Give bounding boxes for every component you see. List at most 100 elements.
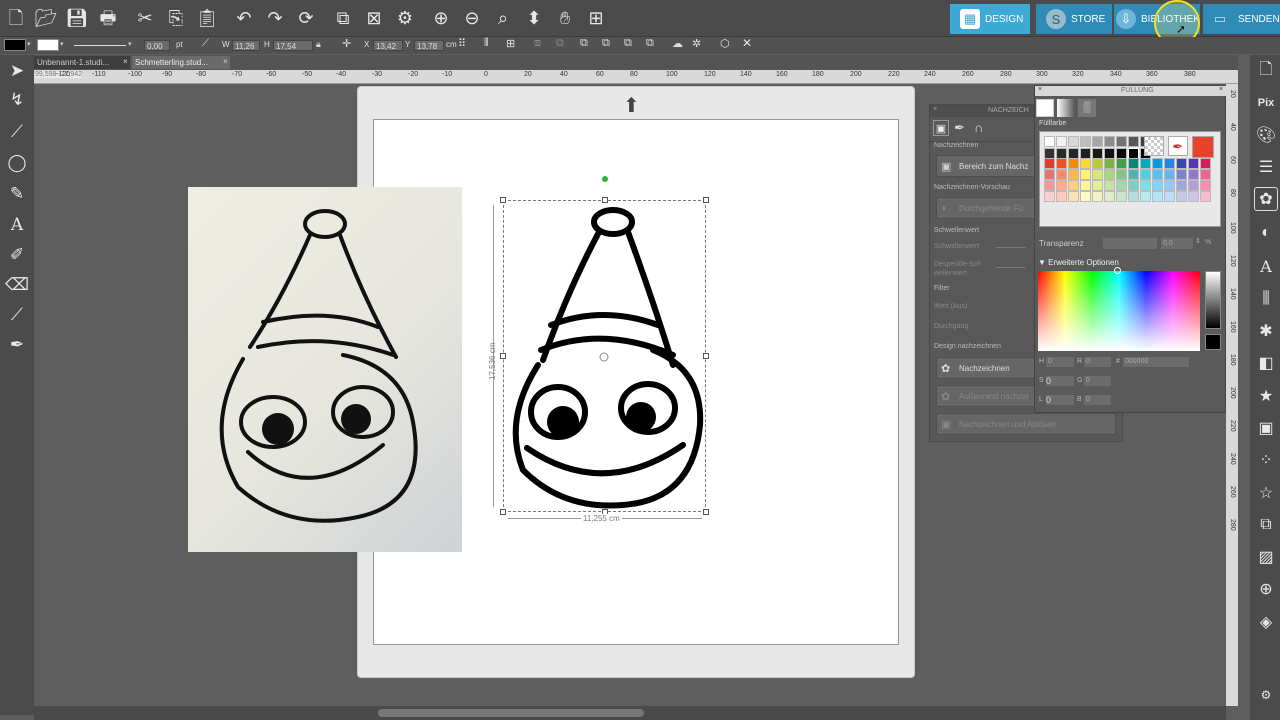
color-swatch[interactable] [1044, 169, 1055, 180]
brightness-slider[interactable] [1205, 271, 1221, 329]
settings-icon[interactable]: ⚙ [1254, 683, 1278, 707]
color-swatch[interactable] [1092, 158, 1103, 169]
color-swatch[interactable] [1080, 158, 1091, 169]
ellipse-icon[interactable]: ◯ [5, 151, 29, 175]
traced-drawing[interactable] [503, 200, 706, 512]
color-swatch[interactable] [1200, 169, 1211, 180]
color-swatch[interactable] [1200, 191, 1211, 202]
color-swatch[interactable] [1152, 191, 1163, 202]
3d-icon[interactable]: ⬡ [720, 37, 730, 50]
close-tab-icon[interactable]: × [223, 57, 228, 66]
weld-icon[interactable]: ☁ [672, 37, 683, 50]
color-swatch[interactable] [1164, 180, 1175, 191]
eyedropper-swatch-icon[interactable]: ✒ [1168, 136, 1188, 156]
hand-icon[interactable]: ✋︎ [553, 6, 577, 30]
color-swatch[interactable] [1188, 180, 1199, 191]
h-input[interactable]: 0 [1046, 357, 1074, 367]
modify-icon[interactable]: ◧ [1254, 351, 1278, 375]
eyedropper-icon[interactable]: ✒ [5, 333, 29, 357]
bring-front-icon[interactable]: ⧉ [624, 37, 632, 50]
color-swatch[interactable] [1128, 158, 1139, 169]
color-swatch[interactable] [1092, 191, 1103, 202]
color-swatch[interactable] [1104, 180, 1115, 191]
replicate-icon[interactable]: ✱ [1254, 319, 1278, 343]
color-swatch[interactable] [1128, 180, 1139, 191]
fill-color-swatch[interactable] [4, 39, 26, 51]
trace-panel-icon[interactable]: ✿ [1254, 187, 1278, 211]
color-swatch[interactable] [1080, 191, 1091, 202]
color-swatch[interactable] [1176, 180, 1187, 191]
color-swatch[interactable] [1116, 180, 1127, 191]
zoom-out-icon[interactable]: ⊖ [460, 6, 484, 30]
fill-panel-icon[interactable]: 🎨︎ [1254, 123, 1278, 147]
cube-icon[interactable]: ◈ [1254, 610, 1278, 634]
color-swatch[interactable] [1116, 191, 1127, 202]
zoom-in-icon[interactable]: ⊕ [429, 6, 453, 30]
color-swatch[interactable] [1152, 180, 1163, 191]
color-swatch[interactable] [1152, 158, 1163, 169]
transparency-slider[interactable] [1103, 238, 1157, 249]
print-icon[interactable]: 🖶 [96, 6, 120, 30]
color-swatch[interactable] [1056, 158, 1067, 169]
color-swatch[interactable] [1176, 158, 1187, 169]
color-swatch[interactable] [1188, 158, 1199, 169]
color-swatch[interactable] [1080, 180, 1091, 191]
color-swatch[interactable] [1044, 180, 1055, 191]
text-style-icon[interactable]: A [1254, 254, 1278, 278]
color-swatch[interactable] [1104, 158, 1115, 169]
color-swatch[interactable] [1056, 169, 1067, 180]
zoom-fit-icon[interactable]: ⌕ [491, 6, 515, 30]
color-swatch[interactable] [1104, 136, 1115, 147]
color-swatch[interactable] [1164, 191, 1175, 202]
color-swatch[interactable] [1104, 191, 1115, 202]
line-width-input[interactable]: 0,00 [144, 40, 170, 51]
pixscan-tab-icon[interactable]: ✒ [954, 120, 965, 136]
line-style-preview[interactable] [74, 45, 126, 46]
color-swatch[interactable] [1176, 191, 1187, 202]
b-input[interactable]: 0 [1084, 395, 1111, 405]
pencil-icon[interactable]: ✎ [5, 182, 29, 206]
save-icon[interactable]: 💾︎ [65, 6, 89, 30]
edit-points-icon[interactable]: ↯ [5, 88, 29, 112]
hex-input[interactable]: 000000 [1123, 357, 1189, 367]
tab-unbenannt[interactable]: Unbenannt-1.studi... [34, 56, 130, 69]
move-down-icon[interactable]: ⬍ [522, 6, 546, 30]
color-swatch[interactable] [1104, 169, 1115, 180]
color-swatch[interactable] [1068, 136, 1079, 147]
trace-and-detach-button[interactable]: ▣ Nachzeichnen und Ablösen [936, 413, 1116, 435]
trace-tab-icon[interactable]: ▣ [933, 120, 949, 136]
color-swatch[interactable] [1044, 136, 1055, 147]
arrow-up-icon[interactable]: ⬆ [623, 93, 640, 118]
delete-icon[interactable]: ✕ [742, 36, 752, 50]
gear-icon[interactable]: ⚙ [393, 6, 417, 30]
color-swatch[interactable] [1080, 136, 1091, 147]
color-swatch[interactable] [1128, 136, 1139, 147]
color-swatch[interactable] [1128, 169, 1139, 180]
cut-icon[interactable]: ✂ [133, 6, 157, 30]
color-swatch[interactable] [1116, 169, 1127, 180]
align-icon[interactable]: ⫼ [1254, 287, 1278, 311]
color-swatch[interactable] [1176, 169, 1187, 180]
color-swatch[interactable] [1068, 180, 1079, 191]
star-tool-icon[interactable]: ✲ [692, 37, 701, 50]
paste-icon[interactable]: 📋︎ [195, 6, 219, 30]
color-picker-cursor[interactable] [1114, 267, 1121, 274]
color-picker-spectrum[interactable] [1038, 271, 1200, 351]
color-swatch[interactable] [1056, 191, 1067, 202]
redo-icon[interactable]: ↷ [263, 6, 287, 30]
nav-store-button[interactable]: S STORE [1036, 4, 1112, 34]
color-swatch[interactable] [1056, 180, 1067, 191]
color-swatch[interactable] [1140, 169, 1151, 180]
color-swatch[interactable] [1140, 191, 1151, 202]
color-swatch[interactable] [1164, 158, 1175, 169]
s-input[interactable]: 0 [1046, 376, 1074, 386]
transparent-swatch[interactable] [1144, 136, 1164, 156]
tab-schmetterling[interactable]: Schmetterling.stud... [132, 56, 230, 69]
align-icon[interactable]: ⫴ [484, 37, 489, 50]
send-back-icon[interactable]: ⧉ [646, 37, 654, 50]
add-frame-icon[interactable]: ⊞ [584, 6, 608, 30]
height-input[interactable]: 17,54 [273, 40, 313, 51]
offset-icon[interactable]: ⧉ [1254, 513, 1278, 537]
position-icon[interactable]: ✛ [342, 37, 351, 50]
color-swatch[interactable] [1092, 169, 1103, 180]
